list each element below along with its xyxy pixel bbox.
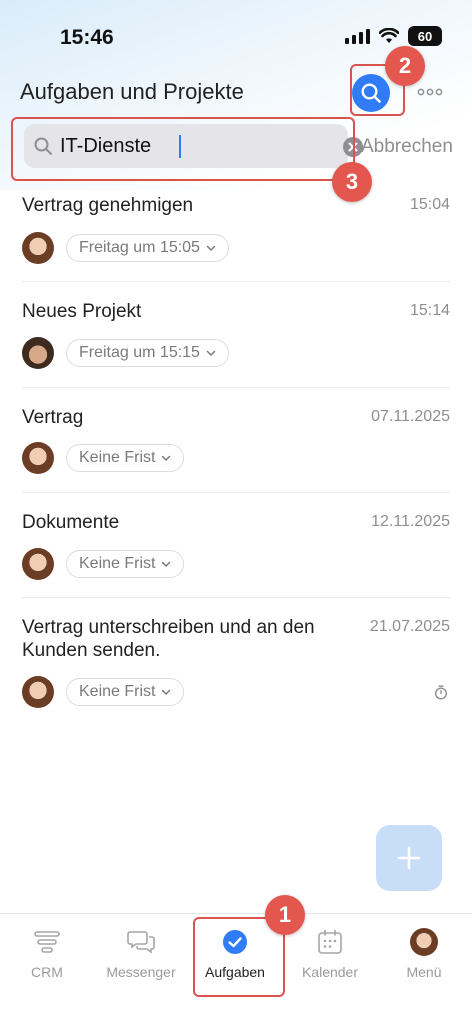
chat-bubbles-icon — [127, 928, 155, 956]
avatar — [22, 548, 54, 580]
tab-label: Messenger — [106, 964, 176, 980]
avatar — [22, 442, 54, 474]
tab-label: Menü — [406, 964, 442, 980]
task-item[interactable]: Vertrag genehmigen 15:04 Freitag um 15:0… — [22, 176, 450, 282]
task-title: Vertrag genehmigen — [22, 195, 194, 216]
deadline-chip[interactable]: Freitag um 15:15 — [66, 339, 229, 367]
status-icons: 60 — [345, 26, 442, 46]
chevron-down-icon — [162, 455, 171, 461]
tab-crm[interactable]: CRM — [0, 914, 94, 994]
add-task-button[interactable] — [376, 825, 442, 891]
deadline-chip[interactable]: Keine Frist — [66, 678, 185, 706]
callout-badge-3: 3 — [332, 162, 372, 202]
chevron-down-icon — [206, 245, 216, 251]
task-time: 15:04 — [409, 196, 450, 213]
avatar — [22, 337, 54, 369]
avatar-icon — [410, 928, 438, 956]
deadline-chip[interactable]: Freitag um 15:05 — [66, 234, 229, 262]
task-title: Vertrag — [22, 407, 84, 428]
task-item[interactable]: Vertrag unterschreiben und an den Kunden… — [22, 598, 450, 732]
deadline-chip[interactable]: Keine Frist — [66, 444, 185, 472]
task-time: 07.11.2025 — [371, 408, 450, 425]
page-title: Aufgaben und Projekte — [20, 79, 244, 104]
plus-icon — [397, 846, 421, 870]
deadline-label: Keine Frist — [79, 449, 156, 466]
deadline-label: Keine Frist — [79, 555, 156, 572]
deadline-label: Freitag um 15:05 — [79, 239, 200, 256]
task-time: 21.07.2025 — [369, 618, 450, 635]
task-title: Dokumente — [22, 512, 120, 533]
callout-highlight-search-field — [11, 117, 355, 181]
deadline-label: Keine Frist — [79, 683, 156, 700]
tab-label: Kalender — [301, 964, 359, 980]
task-title: Vertrag unterschreiben und an den Kunden… — [22, 617, 315, 661]
deadline-chip[interactable]: Keine Frist — [66, 550, 185, 578]
task-item[interactable]: Vertrag 07.11.2025 Keine Frist — [22, 388, 450, 493]
task-time: 12.11.2025 — [371, 513, 450, 530]
more-dots-icon — [417, 88, 443, 96]
task-title: Neues Projekt — [22, 301, 142, 322]
deadline-label: Freitag um 15:15 — [79, 344, 200, 361]
crm-funnel-icon — [33, 928, 61, 956]
avatar — [22, 232, 54, 264]
cellular-signal-icon — [345, 28, 370, 44]
callout-badge-1: 1 — [265, 895, 305, 935]
chevron-down-icon — [162, 689, 171, 695]
task-time: 15:14 — [409, 302, 450, 319]
cancel-button[interactable]: Abbrechen — [361, 136, 453, 158]
more-options-button[interactable] — [416, 80, 444, 104]
tab-label: CRM — [31, 964, 63, 980]
tab-messenger[interactable]: Messenger — [94, 914, 188, 994]
chevron-down-icon — [162, 561, 171, 567]
task-item[interactable]: Neues Projekt 15:14 Freitag um 15:15 — [22, 282, 450, 388]
battery-icon: 60 — [408, 26, 442, 46]
chevron-down-icon — [206, 350, 216, 356]
timer-icon — [434, 685, 448, 700]
task-item[interactable]: Dokumente 12.11.2025 Keine Frist — [22, 493, 450, 598]
status-time: 15:46 — [60, 26, 114, 49]
tab-menu[interactable]: Menü — [377, 914, 471, 994]
callout-badge-2: 2 — [385, 46, 425, 86]
task-list: Vertrag genehmigen 15:04 Freitag um 15:0… — [0, 176, 472, 732]
wifi-icon — [379, 28, 399, 43]
calendar-icon — [316, 928, 344, 956]
avatar — [22, 676, 54, 708]
